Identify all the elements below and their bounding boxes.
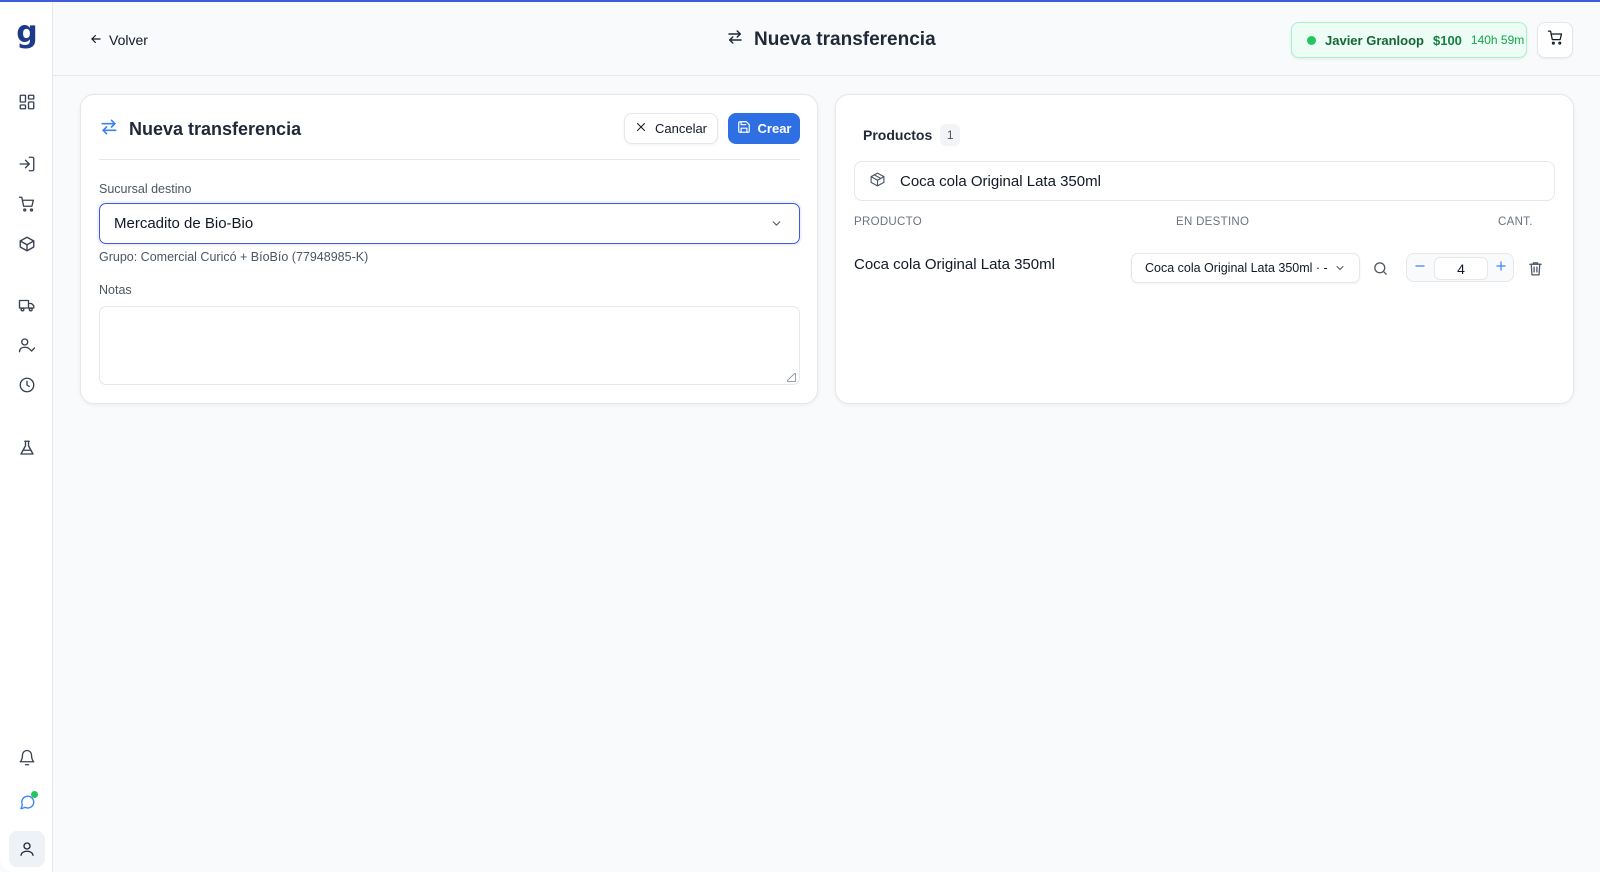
- form-title: Nueva transferencia: [99, 117, 301, 142]
- column-header-destination: EN DESTINO: [1176, 216, 1250, 228]
- column-header-product: PRODUCTO: [854, 216, 922, 228]
- session-time: 140h 59m: [1470, 33, 1525, 47]
- package-icon[interactable]: [14, 231, 40, 257]
- transfer-icon: [99, 117, 119, 142]
- clock-icon[interactable]: [14, 372, 40, 398]
- page-title-text: Nueva transferencia: [754, 29, 936, 50]
- product-search-input[interactable]: Coca cola Original Lata 350ml: [854, 161, 1555, 201]
- user-icon[interactable]: [9, 831, 45, 867]
- create-button[interactable]: Crear: [728, 113, 800, 144]
- product-name: Coca cola Original Lata 350ml: [854, 256, 1055, 273]
- products-count-badge: 1: [940, 124, 961, 146]
- sidebar: g: [0, 2, 53, 872]
- arrow-left-icon: [89, 32, 103, 49]
- trash-icon[interactable]: [1525, 258, 1545, 278]
- destination-product-value: Coca cola Original Lata 350ml · -: [1145, 261, 1328, 275]
- session-status-dot: [1307, 35, 1316, 45]
- top-header: Volver Nueva transferencia Javier Granlo…: [53, 2, 1600, 76]
- cancel-button[interactable]: Cancelar: [624, 113, 718, 144]
- flask-icon[interactable]: [14, 435, 40, 461]
- decrease-button[interactable]: [1411, 259, 1429, 277]
- notes-label: Notas: [99, 283, 132, 297]
- close-icon: [635, 121, 647, 136]
- back-button[interactable]: Volver: [89, 29, 148, 51]
- destination-value: Mercadito de Bio-Bio: [114, 215, 254, 232]
- quantity-stepper: 4: [1406, 253, 1514, 282]
- destination-select[interactable]: Mercadito de Bio-Bio: [99, 203, 800, 244]
- minus-icon: [1413, 259, 1427, 278]
- products-title: Productos: [863, 127, 933, 143]
- chevron-down-icon: [1334, 262, 1346, 277]
- create-label: Crear: [757, 121, 792, 136]
- online-dot: [31, 791, 38, 798]
- products-card: Productos 1 Coca cola Original Lata 350m…: [835, 94, 1574, 404]
- session-badge[interactable]: Javier Granloop $100 140h 59m: [1291, 22, 1527, 58]
- page-title: Nueva transferencia: [726, 26, 936, 54]
- transfer-form-card: Nueva transferencia Cancelar Crear Sucur…: [80, 94, 818, 404]
- user-check-icon[interactable]: [14, 332, 40, 358]
- session-user: Javier Granloop: [1325, 32, 1424, 48]
- cart-icon[interactable]: [14, 191, 40, 217]
- products-header: Productos 1: [863, 124, 961, 146]
- column-header-quantity: CANT.: [1498, 216, 1533, 228]
- destination-product-select[interactable]: Coca cola Original Lata 350ml · -: [1131, 253, 1360, 283]
- cancel-label: Cancelar: [654, 121, 708, 136]
- search-value: Coca cola Original Lata 350ml: [900, 172, 1101, 190]
- form-divider: [99, 159, 800, 160]
- truck-icon[interactable]: [14, 292, 40, 318]
- resize-handle[interactable]: [787, 373, 796, 382]
- notes-field[interactable]: [99, 306, 800, 385]
- increase-button[interactable]: [1492, 259, 1510, 277]
- back-label: Volver: [109, 32, 148, 48]
- bell-icon[interactable]: [14, 745, 40, 771]
- save-icon: [737, 120, 751, 137]
- plus-icon: [1494, 259, 1508, 278]
- search-icon[interactable]: [1370, 258, 1390, 278]
- transfer-icon: [726, 28, 744, 52]
- dashboard-icon[interactable]: [14, 89, 40, 115]
- chevron-down-icon: [770, 217, 783, 234]
- login-icon[interactable]: [14, 151, 40, 177]
- session-amount: $100: [1432, 32, 1462, 48]
- quantity-input[interactable]: 4: [1434, 257, 1488, 280]
- app-window: g Volver Nueva transferencia Javier Gran…: [0, 0, 1600, 872]
- group-helper-text: Grupo: Comercial Curicó + BíoBío (779489…: [99, 250, 369, 264]
- cart-button[interactable]: [1537, 22, 1573, 58]
- form-title-text: Nueva transferencia: [129, 119, 302, 139]
- cart-icon: [1547, 29, 1564, 51]
- app-logo[interactable]: g: [13, 18, 41, 48]
- package-icon: [869, 171, 886, 192]
- destination-label: Sucursal destino: [99, 182, 192, 196]
